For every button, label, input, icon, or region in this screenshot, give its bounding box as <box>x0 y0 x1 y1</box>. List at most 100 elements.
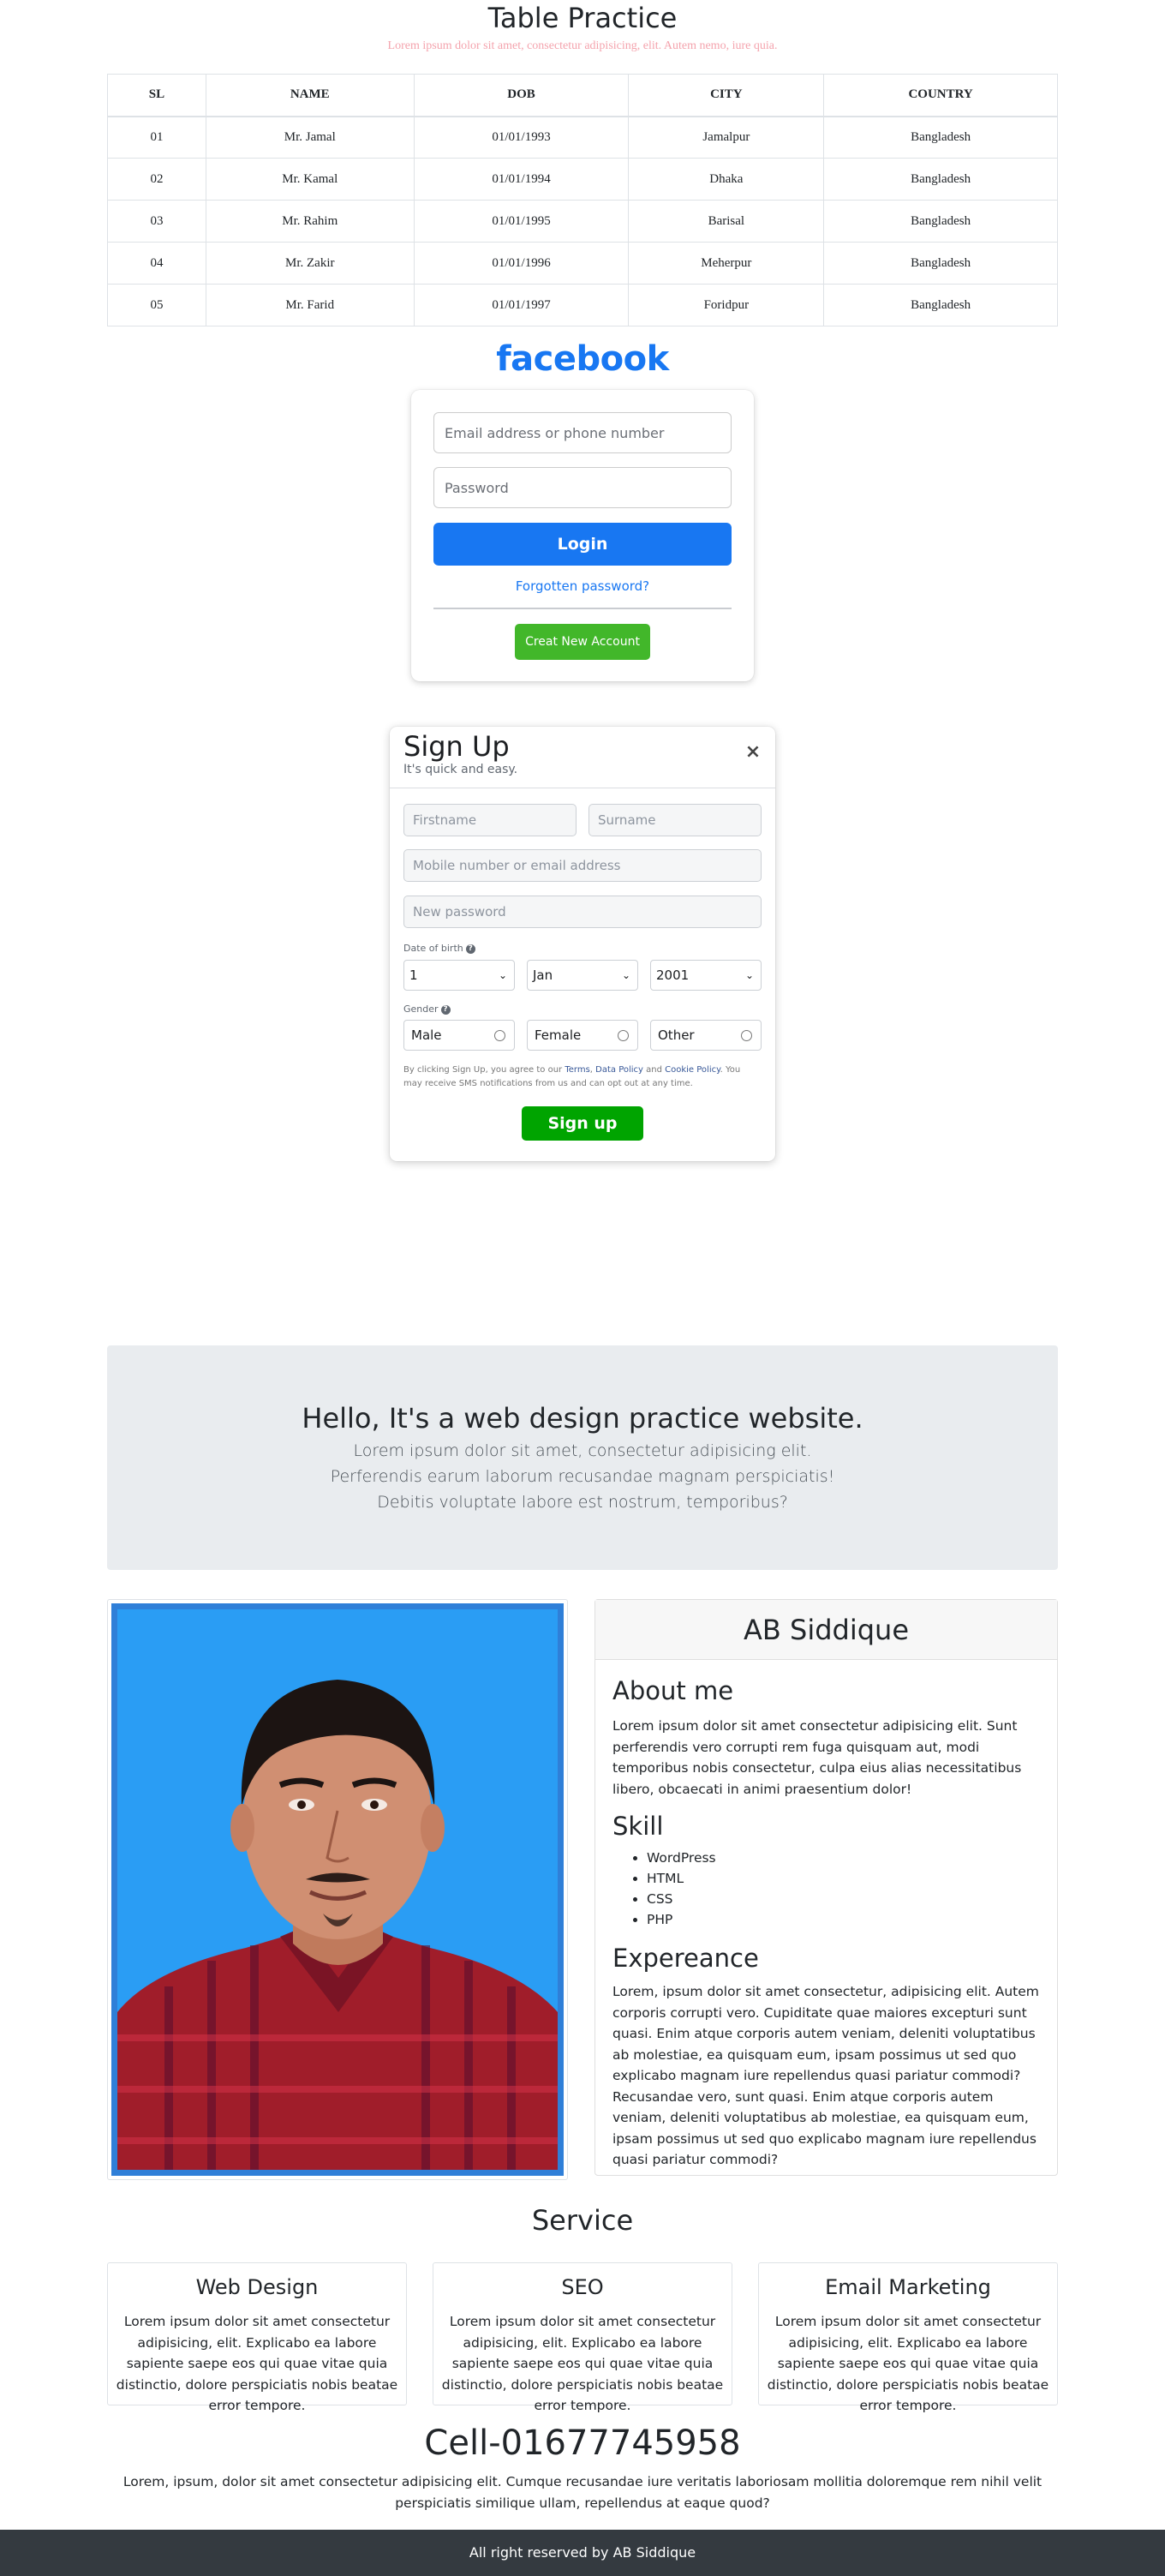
cell-name: Mr. Rahim <box>205 200 415 243</box>
service-card-text: Lorem ipsum dolor sit amet consectetur a… <box>116 2314 398 2413</box>
experience-text: Lorem, ipsum dolor sit amet consectetur,… <box>612 1984 1039 2167</box>
column-header-name: NAME <box>205 74 415 117</box>
table-row: 04 Mr. Zakir 01/01/1996 Meherpur Banglad… <box>107 242 1058 285</box>
dob-day-select[interactable]: 1 ⌄ <box>403 960 515 991</box>
terms-text: By clicking Sign Up, you agree to our Te… <box>403 1063 762 1091</box>
table-row: 05 Mr. Farid 01/01/1997 Foridpur Banglad… <box>107 284 1058 326</box>
cell-dob: 01/01/1994 <box>413 158 630 201</box>
help-icon[interactable]: ? <box>465 944 475 954</box>
footer-text: All right reserved by AB Siddique <box>469 2544 696 2561</box>
password-field[interactable] <box>433 467 732 508</box>
contact-phone: Cell-01677745958 <box>424 2423 741 2463</box>
column-header-sl: SL <box>107 74 206 117</box>
close-icon[interactable]: × <box>743 742 763 763</box>
hero-jumbotron: Hello, It's a web design practice websit… <box>107 1345 1058 1570</box>
dob-year-select[interactable]: 2001 ⌄ <box>650 960 762 991</box>
column-header-country: COUNTRY <box>823 74 1058 117</box>
table-row: 01 Mr. Jamal 01/01/1993 Jamalpur Banglad… <box>107 116 1058 159</box>
person-portrait-image <box>117 1609 558 2170</box>
radio-male[interactable] <box>494 1030 505 1041</box>
about-text: Lorem ipsum dolor sit amet consectetur a… <box>612 1718 1022 1797</box>
cell-sl: 04 <box>107 242 206 285</box>
about-heading: About me <box>612 1676 734 1705</box>
chevron-down-icon: ⌄ <box>498 969 507 981</box>
signup-card: Sign Up It's quick and easy. × Date of b… <box>390 727 775 1161</box>
create-account-button[interactable]: Creat New Account <box>515 624 650 660</box>
page-subtitle: Lorem ipsum dolor sit amet, consectetur … <box>387 39 778 52</box>
cell-sl: 05 <box>107 284 206 326</box>
hero-line: Debitis voluptate labore est nostrum, te… <box>377 1493 788 1512</box>
table-row: 02 Mr. Kamal 01/01/1994 Dhaka Bangladesh <box>107 158 1058 201</box>
cell-city: Jamalpur <box>628 116 825 159</box>
email-field[interactable] <box>433 412 732 453</box>
forgot-password-link[interactable]: Forgotten password? <box>411 578 754 594</box>
dob-month-value: Jan <box>533 967 553 983</box>
cell-dob: 01/01/1995 <box>413 200 630 243</box>
radio-other[interactable] <box>741 1030 752 1041</box>
firstname-field[interactable] <box>403 804 577 836</box>
help-icon[interactable]: ? <box>440 1004 451 1015</box>
hero-title: Hello, It's a web design practice websit… <box>302 1402 863 1435</box>
cell-city: Dhaka <box>628 158 825 201</box>
cell-country: Bangladesh <box>823 284 1058 326</box>
service-card-title: Email Marketing <box>825 2275 991 2299</box>
gender-label-female: Female <box>535 1027 582 1043</box>
table-row: 03 Mr. Rahim 01/01/1995 Barisal Banglade… <box>107 200 1058 243</box>
gender-label-other: Other <box>658 1027 695 1043</box>
terms-and: and <box>642 1065 666 1075</box>
service-card-title: SEO <box>561 2275 604 2299</box>
practice-table: SL NAME DOB CITY COUNTRY 01 Mr. Jamal 01… <box>107 74 1058 326</box>
cookie-policy-link[interactable]: Cookie Policy <box>665 1065 720 1075</box>
list-item: PHP <box>647 1909 716 1930</box>
cell-name: Mr. Zakir <box>205 242 415 285</box>
service-card-web-design: Web Design Lorem ipsum dolor sit amet co… <box>107 2262 407 2413</box>
cell-country: Bangladesh <box>823 200 1058 243</box>
signup-button[interactable]: Sign up <box>522 1106 643 1141</box>
cell-dob: 01/01/1996 <box>413 242 630 285</box>
cell-city: Meherpur <box>628 242 825 285</box>
login-card: Login Forgotten password? Creat New Acco… <box>411 390 754 681</box>
profile-name: AB Siddique <box>595 1600 1057 1660</box>
gender-option-male[interactable]: Male <box>403 1020 515 1051</box>
dob-month-select[interactable]: Jan ⌄ <box>527 960 638 991</box>
facebook-logo: facebook <box>496 339 669 379</box>
login-divider <box>433 608 732 609</box>
cell-dob: 01/01/1993 <box>413 116 630 159</box>
gender-label-male: Male <box>411 1027 442 1043</box>
radio-female[interactable] <box>618 1030 629 1041</box>
profile-photo <box>111 1603 564 2176</box>
new-password-field[interactable] <box>403 896 762 928</box>
cell-sl: 01 <box>107 116 206 159</box>
gender-option-female[interactable]: Female <box>527 1020 638 1051</box>
signup-header: Sign Up It's quick and easy. × <box>390 727 775 788</box>
cell-sl: 02 <box>107 158 206 201</box>
mobile-email-field[interactable] <box>403 849 762 882</box>
surname-field[interactable] <box>588 804 762 836</box>
service-card-text: Lorem ipsum dolor sit amet consectetur a… <box>441 2314 724 2413</box>
skill-heading: Skill <box>612 1812 664 1841</box>
login-button[interactable]: Login <box>433 523 732 566</box>
list-item: HTML <box>647 1868 716 1889</box>
profile-photo-frame <box>107 1599 568 2180</box>
contact-text: Lorem, ipsum, dolor sit amet consectetur… <box>122 2474 1043 2511</box>
dob-label: Date of birth? <box>403 943 475 954</box>
gender-label: Gender? <box>403 1003 451 1015</box>
dob-year-value: 2001 <box>656 967 690 983</box>
data-policy-link[interactable]: Data Policy <box>595 1065 643 1075</box>
cell-city: Barisal <box>628 200 825 243</box>
cell-country: Bangladesh <box>823 242 1058 285</box>
cell-name: Mr. Farid <box>205 284 415 326</box>
gender-option-other[interactable]: Other <box>650 1020 762 1051</box>
cell-name: Mr. Jamal <box>205 116 415 159</box>
service-card-email-marketing: Email Marketing Lorem ipsum dolor sit am… <box>758 2262 1058 2413</box>
service-title: Service <box>531 2204 634 2237</box>
cell-country: Bangladesh <box>823 116 1058 159</box>
terms-prefix: By clicking Sign Up, you agree to our <box>403 1065 565 1075</box>
footer: All right reserved by AB Siddique <box>0 2530 1165 2576</box>
table-header-row: SL NAME DOB CITY COUNTRY <box>107 74 1058 117</box>
cell-country: Bangladesh <box>823 158 1058 201</box>
skill-list: WordPress HTML CSS PHP <box>647 1848 716 1930</box>
terms-link[interactable]: Terms <box>565 1065 589 1075</box>
cell-name: Mr. Kamal <box>205 158 415 201</box>
experience-heading: Expereance <box>612 1944 759 1973</box>
